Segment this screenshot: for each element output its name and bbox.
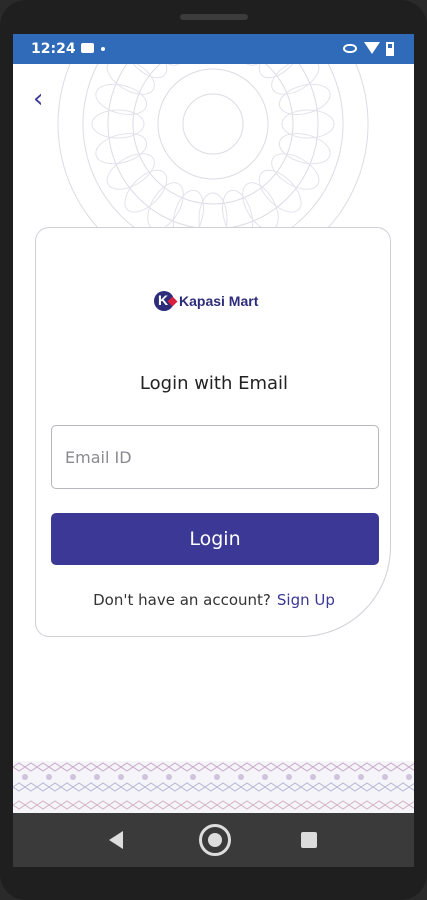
- pattern-dot: [142, 774, 148, 780]
- nav-back-icon[interactable]: [109, 831, 123, 849]
- mandala-petal: [147, 64, 184, 66]
- pattern-dot: [262, 774, 268, 780]
- signup-row: Don't have an account? Sign Up: [36, 591, 392, 609]
- pattern-dot: [334, 774, 340, 780]
- pattern-dot: [166, 774, 172, 780]
- pattern-dot: [310, 774, 316, 780]
- brand-mark-icon: K: [154, 291, 174, 311]
- pattern-dot: [214, 774, 220, 780]
- nav-bar: [13, 813, 414, 867]
- message-icon: [81, 43, 94, 53]
- pattern-dot: [406, 774, 412, 780]
- decorative-border-pattern: [13, 761, 414, 813]
- speaker-grille: [180, 14, 248, 20]
- brand-logo: K Kapasi Mart: [154, 291, 258, 311]
- eye-icon: [343, 44, 357, 53]
- mandala-petal: [258, 64, 302, 79]
- dot-icon: [101, 47, 105, 51]
- status-time: 12:24: [31, 41, 76, 57]
- back-chevron-icon[interactable]: ‹: [33, 86, 43, 112]
- pattern-dot: [382, 774, 388, 780]
- pattern-dot: [358, 774, 364, 780]
- pattern-dot: [70, 774, 76, 780]
- pattern-dot: [46, 774, 52, 780]
- email-input[interactable]: [51, 425, 379, 489]
- form-title: Login with Email: [139, 373, 289, 394]
- mandala-background: [57, 64, 369, 254]
- pattern-dot: [118, 774, 124, 780]
- phone-frame: 12:24 ‹ K Kapasi Mart Login with Email E…: [0, 0, 427, 900]
- login-button[interactable]: Login: [51, 513, 379, 565]
- signup-link[interactable]: Sign Up: [277, 591, 335, 609]
- login-card: K Kapasi Mart Login with Email Login Don…: [35, 227, 391, 637]
- pattern-dot: [22, 774, 28, 780]
- wifi-icon: [364, 42, 380, 54]
- pattern-dot: [190, 774, 196, 780]
- mandala-petal: [258, 169, 302, 213]
- mandala-petal: [124, 64, 168, 79]
- mandala-petal: [106, 64, 155, 95]
- mandala-petal: [124, 169, 168, 213]
- mandala-petal: [242, 64, 279, 66]
- brand-mark-letter: K: [158, 292, 169, 308]
- signup-prompt: Don't have an account?: [93, 591, 271, 609]
- brand-name: Kapasi Mart: [179, 293, 259, 309]
- nav-home-icon[interactable]: [199, 824, 231, 856]
- mandala-petal: [271, 64, 320, 95]
- screen: 12:24 ‹ K Kapasi Mart Login with Email E…: [13, 34, 414, 867]
- battery-icon: [386, 42, 394, 56]
- pattern-dot: [94, 774, 100, 780]
- pattern-dot: [286, 774, 292, 780]
- nav-recents-icon[interactable]: [301, 832, 317, 848]
- pattern-dot: [238, 774, 244, 780]
- status-bar: 12:24: [13, 34, 414, 64]
